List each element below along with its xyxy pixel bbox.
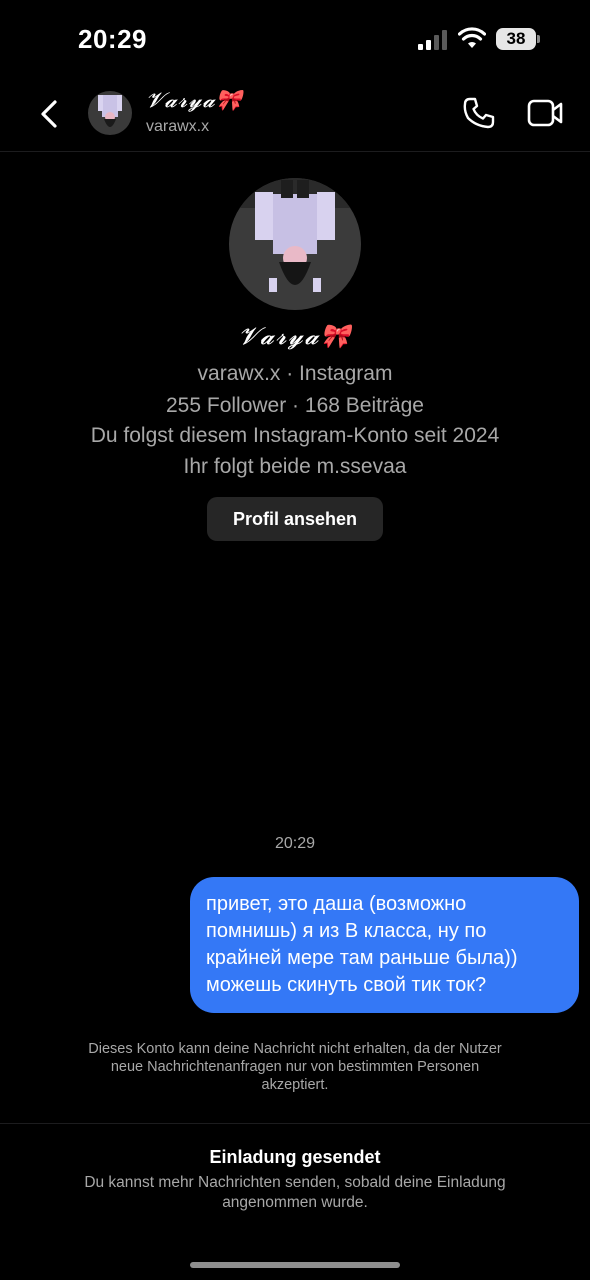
home-indicator[interactable] bbox=[190, 1262, 400, 1268]
battery-level: 38 bbox=[496, 28, 536, 50]
delivery-notice: Dieses Konto kann deine Nachricht nicht … bbox=[88, 1041, 502, 1093]
header-name[interactable]: 𝓥𝓪𝓻𝔂𝓪🎀 bbox=[146, 88, 243, 113]
chevron-left-icon[interactable] bbox=[34, 94, 64, 134]
profile-username-platform: varawx.x · Instagram bbox=[197, 362, 393, 385]
profile-following-since: Du folgst diesem Instagram-Konto seit 20… bbox=[90, 424, 500, 447]
cellular-signal-icon bbox=[418, 30, 447, 50]
invite-subtitle: Du kannst mehr Nachrichten senden, sobal… bbox=[84, 1174, 506, 1211]
status-bar: 20:29 38 bbox=[0, 0, 590, 80]
header-username[interactable]: varawx.x bbox=[146, 118, 209, 136]
message-timestamp: 20:29 bbox=[274, 835, 316, 852]
view-profile-button[interactable]: Profil ansehen bbox=[207, 497, 383, 541]
profile-name: 𝓥𝓪𝓻𝔂𝓪🎀 bbox=[238, 322, 352, 350]
chat-header: 𝓥𝓪𝓻𝔂𝓪🎀 varawx.x bbox=[0, 80, 590, 152]
profile-mutual: Ihr folgt beide m.ssevaa bbox=[183, 455, 407, 478]
wifi-icon bbox=[458, 27, 486, 48]
message-line: помнишь) я из В класса, ну по bbox=[206, 920, 487, 942]
divider bbox=[0, 1123, 590, 1124]
status-time: 20:29 bbox=[78, 24, 147, 54]
message-line: можешь скинуть свой тик ток? bbox=[206, 974, 487, 996]
profile-stats: 255 Follower · 168 Beiträge bbox=[166, 394, 424, 417]
video-camera-icon[interactable] bbox=[527, 98, 563, 128]
outgoing-message-bubble[interactable]: привет, это даша (возможно помнишь) я из… bbox=[190, 877, 579, 1013]
profile-avatar[interactable] bbox=[229, 178, 361, 310]
message-line: крайней мере там раньше была)) bbox=[206, 947, 518, 969]
phone-icon[interactable] bbox=[462, 96, 496, 130]
message-line: привет, это даша (возможно bbox=[206, 893, 467, 915]
header-avatar[interactable] bbox=[88, 91, 132, 135]
battery-icon: 38 bbox=[496, 28, 540, 50]
invite-title: Einladung gesendet bbox=[209, 1147, 381, 1167]
